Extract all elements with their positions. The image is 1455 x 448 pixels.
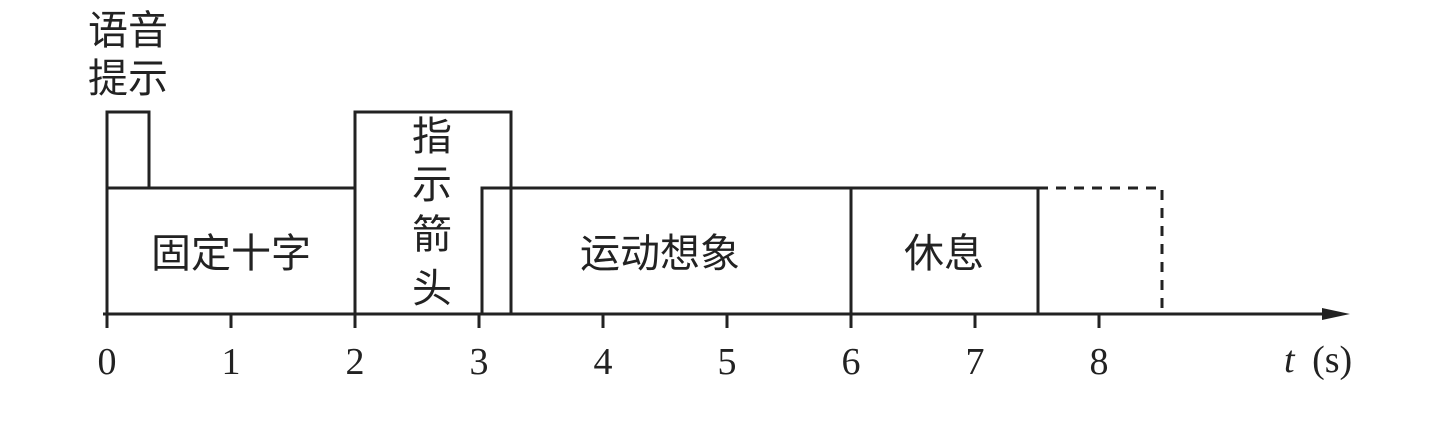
time-axis-arrowhead bbox=[1322, 308, 1350, 320]
indicator-arrow-label-char4: 头 bbox=[412, 266, 452, 312]
axis-title: t (s) bbox=[1284, 339, 1352, 381]
axis-title-variable: t bbox=[1284, 339, 1296, 381]
axis-tick-label-3: 3 bbox=[470, 341, 489, 383]
fixation-cross-label: 固定十字 bbox=[151, 231, 311, 277]
rest-label: 休息 bbox=[904, 231, 984, 277]
indicator-arrow-label-char2: 示 bbox=[412, 162, 452, 208]
trial-timeline-diagram: 语音 提示 固定十字 指 示 箭 头 运动想象 休息 0 1 2 3 4 5 6 7 8 t (… bbox=[88, 8, 1352, 383]
axis-title-unit: (s) bbox=[1312, 339, 1352, 381]
axis-tick-labels: 0 1 2 3 4 5 6 7 8 bbox=[98, 341, 1109, 383]
voice-prompt-label-line2: 提示 bbox=[88, 56, 168, 102]
axis-tick-label-4: 4 bbox=[594, 341, 613, 383]
axis-tick-label-6: 6 bbox=[842, 341, 861, 383]
voice-prompt-label-line1: 语音 bbox=[88, 8, 168, 54]
indicator-arrow-label-char1: 指 bbox=[412, 114, 452, 160]
motor-imagery-label: 运动想象 bbox=[580, 231, 740, 277]
next-trial-dashed-box bbox=[1038, 186, 1164, 314]
indicator-arrow-label-char3: 箭 bbox=[412, 212, 452, 258]
axis-tick-label-7: 7 bbox=[966, 341, 985, 383]
axis-tick-label-0: 0 bbox=[98, 341, 117, 383]
voice-prompt-box bbox=[105, 110, 151, 188]
axis-tick-label-8: 8 bbox=[1090, 341, 1109, 383]
axis-tick-label-2: 2 bbox=[346, 341, 365, 383]
axis-ticks bbox=[105, 314, 1101, 328]
axis-tick-label-5: 5 bbox=[718, 341, 737, 383]
axis-tick-label-1: 1 bbox=[222, 341, 241, 383]
